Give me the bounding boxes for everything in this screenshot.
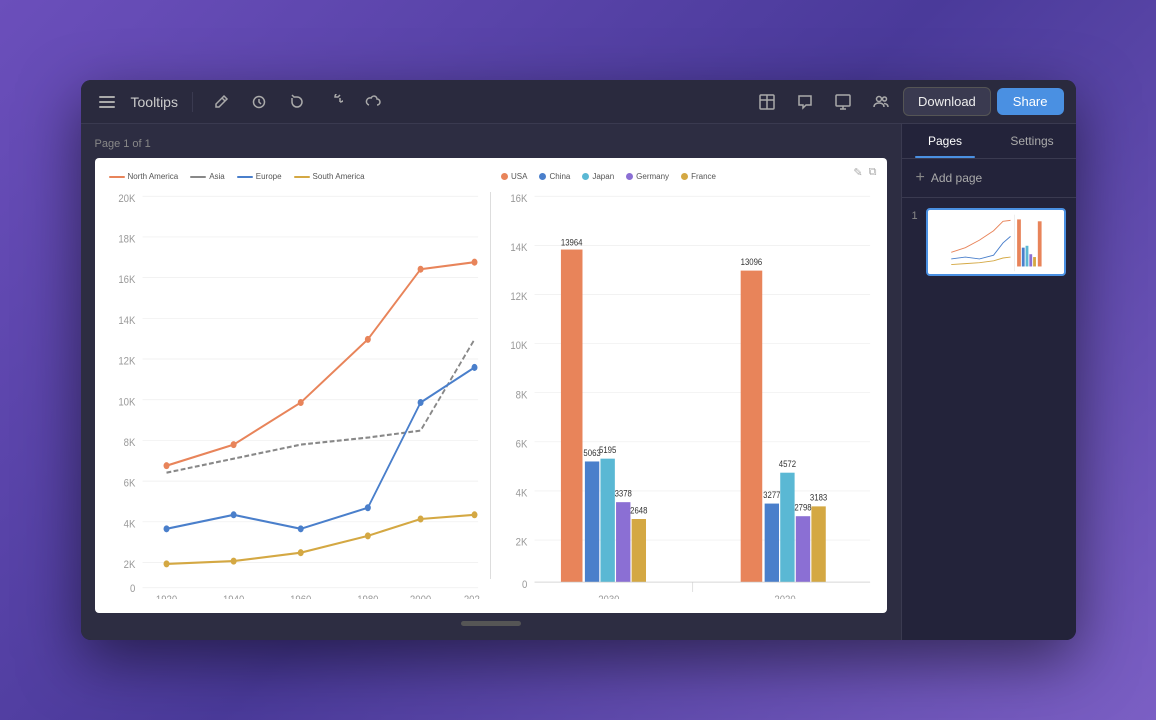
svg-text:14K: 14K xyxy=(510,242,527,254)
svg-text:2K: 2K xyxy=(516,537,528,549)
page-thumbnails: 1 xyxy=(902,198,1076,286)
svg-text:20K: 20K xyxy=(118,193,135,205)
legend-south-america: South America xyxy=(313,172,365,181)
table-icon-btn[interactable] xyxy=(751,86,783,118)
svg-text:2648: 2648 xyxy=(630,505,648,516)
svg-text:6K: 6K xyxy=(123,478,135,490)
svg-text:14K: 14K xyxy=(118,315,135,327)
svg-text:4K: 4K xyxy=(516,488,528,500)
legend-north-america: North America xyxy=(128,172,179,181)
page-label: Page 1 of 1 xyxy=(95,138,151,150)
legend-asia: Asia xyxy=(209,172,225,181)
legend-europe: Europe xyxy=(256,172,282,181)
redo-tool-icon[interactable] xyxy=(321,88,349,116)
tab-pages[interactable]: Pages xyxy=(902,124,989,158)
svg-text:2020: 2020 xyxy=(463,595,480,599)
svg-text:8K: 8K xyxy=(516,390,528,402)
left-line-chart: North America Asia Europe xyxy=(109,172,481,599)
toolbar-right: Download Share xyxy=(751,86,1064,118)
tab-settings[interactable]: Settings xyxy=(989,124,1076,158)
svg-text:4K: 4K xyxy=(123,519,135,531)
svg-text:8K: 8K xyxy=(123,437,135,449)
svg-text:2030: 2030 xyxy=(598,595,619,599)
add-page-button[interactable]: + Add page xyxy=(902,159,1076,198)
legend-germany: Germany xyxy=(636,172,669,181)
svg-text:16K: 16K xyxy=(510,193,527,205)
toolbar-title: Tooltips xyxy=(131,94,178,110)
svg-text:1920: 1920 xyxy=(155,595,176,599)
svg-text:10K: 10K xyxy=(118,397,135,409)
app-window: Tooltips xyxy=(81,80,1076,640)
chart-divider xyxy=(490,192,491,579)
svg-text:3277: 3277 xyxy=(763,489,781,500)
canvas-copy-icon[interactable]: ⧉ xyxy=(869,166,877,179)
right-chart-legend: USA China Japan xyxy=(501,172,873,181)
toolbar: Tooltips xyxy=(81,80,1076,124)
left-chart-legend: North America Asia Europe xyxy=(109,172,481,181)
canvas-edit-icon[interactable]: ✎ xyxy=(853,166,862,179)
pencil-tool-icon[interactable] xyxy=(207,88,235,116)
download-button[interactable]: Download xyxy=(903,87,991,116)
svg-text:2000: 2000 xyxy=(409,595,430,599)
svg-text:2K: 2K xyxy=(123,560,135,572)
svg-text:18K: 18K xyxy=(118,234,135,246)
svg-text:1960: 1960 xyxy=(290,595,311,599)
add-page-label: Add page xyxy=(931,171,982,185)
chart-canvas[interactable]: ✎ ⧉ North America xyxy=(95,158,887,613)
svg-text:12K: 12K xyxy=(510,291,527,303)
legend-usa: USA xyxy=(511,172,527,181)
toolbar-left: Tooltips xyxy=(93,88,743,116)
panel-tabs: Pages Settings xyxy=(902,124,1076,159)
svg-text:6K: 6K xyxy=(516,439,528,451)
svg-text:12K: 12K xyxy=(118,356,135,368)
svg-text:5195: 5195 xyxy=(599,444,617,455)
svg-text:1980: 1980 xyxy=(357,595,378,599)
users-icon-btn[interactable] xyxy=(865,86,897,118)
svg-text:10K: 10K xyxy=(510,341,527,353)
toolbar-divider xyxy=(192,92,193,112)
chat-icon-btn[interactable] xyxy=(827,86,859,118)
svg-text:0: 0 xyxy=(130,583,136,595)
svg-text:3378: 3378 xyxy=(615,488,633,499)
history-tool-icon[interactable] xyxy=(245,88,273,116)
svg-text:13096: 13096 xyxy=(741,256,763,267)
svg-text:13964: 13964 xyxy=(561,237,583,248)
undo-tool-icon[interactable] xyxy=(283,88,311,116)
main-content: Page 1 of 1 ✎ ⧉ xyxy=(81,124,1076,640)
cloud-tool-icon[interactable] xyxy=(359,88,387,116)
share-button[interactable]: Share xyxy=(997,88,1064,115)
canvas-area: Page 1 of 1 ✎ ⧉ xyxy=(81,124,901,640)
svg-text:16K: 16K xyxy=(118,275,135,287)
left-chart-svg-area: 20K 18K 16K 14K 12K 10K 8K 6K 4K 2K xyxy=(109,185,481,599)
right-panel: Pages Settings + Add page 1 xyxy=(901,124,1076,640)
svg-text:3183: 3183 xyxy=(810,492,828,503)
comment-icon-btn[interactable] xyxy=(789,86,821,118)
legend-france: France xyxy=(691,172,716,181)
right-chart-svg-area: 16K 14K 12K 10K 8K 6K 4K 2K 0 xyxy=(501,185,873,599)
right-bar-chart: USA China Japan xyxy=(501,172,873,599)
svg-text:2020: 2020 xyxy=(774,595,795,599)
svg-text:1940: 1940 xyxy=(222,595,243,599)
menu-icon[interactable] xyxy=(93,88,121,116)
legend-japan: Japan xyxy=(592,172,614,181)
svg-text:0: 0 xyxy=(522,579,528,591)
page-number-1: 1 xyxy=(912,210,918,222)
svg-text:2798: 2798 xyxy=(794,502,812,513)
page-thumb-1[interactable] xyxy=(926,208,1066,276)
canvas-scrollbar[interactable] xyxy=(461,621,521,626)
page-thumbnail-1[interactable]: 1 xyxy=(912,208,1066,276)
legend-china: China xyxy=(549,172,570,181)
svg-text:4572: 4572 xyxy=(779,458,797,469)
add-icon: + xyxy=(916,169,925,187)
